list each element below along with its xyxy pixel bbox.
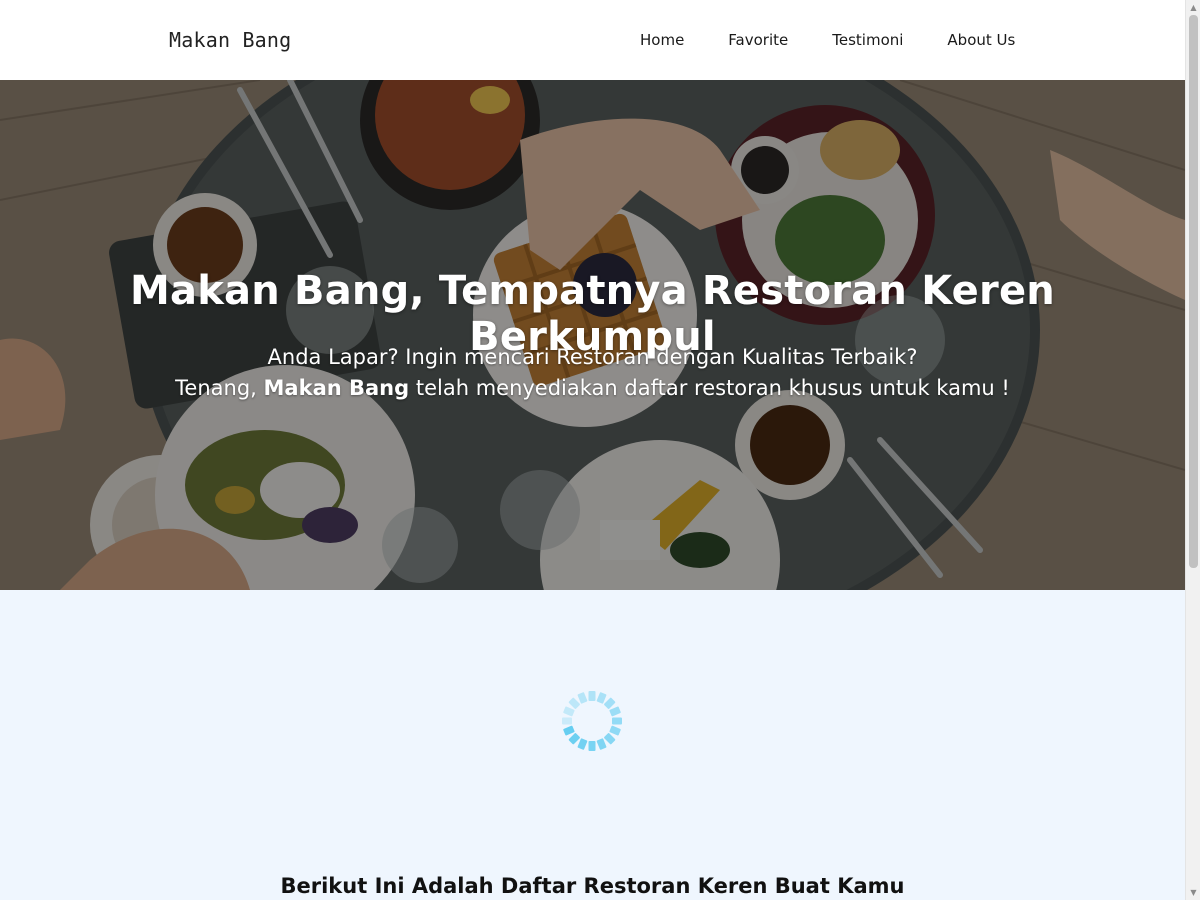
nav-item-home: Home: [618, 21, 706, 59]
section-title: Berikut Ini Adalah Daftar Restoran Keren…: [280, 874, 905, 898]
restaurant-list-section: Berikut Ini Adalah Daftar Restoran Keren…: [0, 590, 1185, 900]
nav-item-about-us: About Us: [925, 21, 1037, 59]
hero-subtitle: Anda Lapar? Ingin mencari Restoran denga…: [0, 342, 1185, 404]
main-nav: Home Favorite Testimoni About Us: [618, 0, 1037, 80]
nav-item-favorite: Favorite: [706, 21, 810, 59]
spinner-segment: [577, 692, 588, 704]
app-header: Makan Bang Home Favorite Testimoni About…: [0, 0, 1185, 80]
page: Makan Bang Home Favorite Testimoni About…: [0, 0, 1200, 900]
spinner-segment: [577, 738, 588, 750]
spinner-segment: [562, 717, 572, 725]
spinner-segment: [563, 725, 575, 736]
nav-link-about-us[interactable]: About Us: [925, 21, 1037, 59]
spinner-segment: [609, 725, 621, 736]
spinner-segment: [596, 692, 607, 704]
hero-subtitle-line2-prefix: Tenang,: [175, 376, 264, 400]
nav-link-home[interactable]: Home: [618, 21, 706, 59]
hero-subtitle-brand: Makan Bang: [263, 376, 410, 400]
page-scrollbar[interactable]: ▲ ▼: [1185, 0, 1200, 900]
nav-item-testimoni: Testimoni: [810, 21, 925, 59]
spinner-segment: [604, 733, 616, 745]
scrollbar-thumb[interactable]: [1189, 15, 1198, 568]
spinner-segment: [588, 691, 596, 701]
spinner-segment: [563, 706, 575, 717]
hero-section: Makan Bang, Tempatnya Restoran Keren Ber…: [0, 80, 1185, 590]
spinner-segment: [568, 733, 580, 745]
spinner-segment: [596, 738, 607, 750]
spinner-segment: [588, 741, 596, 751]
spinner-icon: [562, 691, 622, 751]
spinner-segment: [604, 697, 616, 709]
spinner-segment: [609, 706, 621, 717]
nav-link-favorite[interactable]: Favorite: [706, 21, 810, 59]
spinner-segment: [612, 717, 622, 725]
chevron-down-icon[interactable]: ▼: [1186, 885, 1200, 900]
hero-subtitle-line1: Anda Lapar? Ingin mencari Restoran denga…: [267, 345, 918, 369]
nav-link-testimoni[interactable]: Testimoni: [810, 21, 925, 59]
spinner-segment: [568, 697, 580, 709]
hero-subtitle-line2-suffix: telah menyediakan daftar restoran khusus…: [409, 376, 1010, 400]
brand-logo-link[interactable]: Makan Bang: [169, 28, 291, 52]
chevron-up-icon[interactable]: ▲: [1186, 0, 1200, 15]
